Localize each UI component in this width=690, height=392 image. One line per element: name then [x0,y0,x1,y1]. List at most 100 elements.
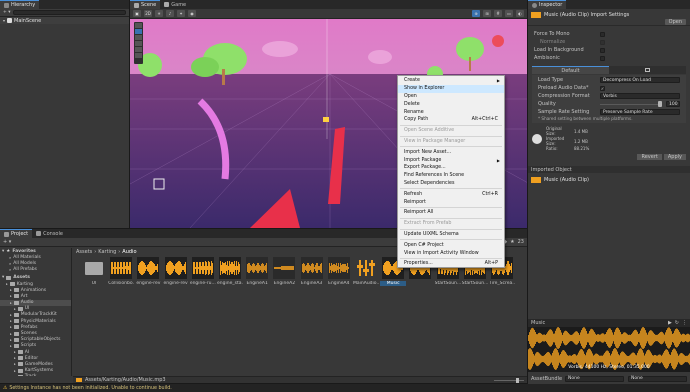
chevron-down-icon[interactable]: ▾ [3,18,5,23]
scale-tool-icon[interactable] [135,41,142,46]
menu-item[interactable]: Create ▶ [398,77,504,85]
rotate-tool-icon[interactable] [135,35,142,40]
breadcrumb-audio[interactable]: Audio [122,249,136,255]
star-icon[interactable]: ★ [510,239,514,245]
asset-item[interactable]: UI [81,257,107,286]
menu-item[interactable]: Show in Explorer [398,84,504,93]
asset-item[interactable]: engine-rev [163,257,189,286]
normalize-checkbox[interactable] [600,39,605,45]
chevron-right-icon[interactable]: ▸ [6,282,8,286]
asset-item[interactable]: EngineA1 [244,257,270,286]
camera-button[interactable]: ▭ [505,10,513,17]
menu-item[interactable]: Find References In Scene [398,172,504,180]
revert-button[interactable]: Revert [637,154,662,160]
open-button[interactable]: Open [664,19,686,25]
asset-item[interactable]: EngineA3 [299,257,325,286]
menu-item[interactable]: Rename [398,108,504,116]
chevron-right-icon[interactable]: ▸ [10,301,12,305]
chevron-down-icon[interactable]: ▾ [2,249,4,254]
assetbundle-variant-dropdown[interactable]: None [628,375,687,382]
menu-item[interactable]: Update UIXML Schema [398,231,504,239]
chevron-right-icon[interactable]: ▸ [14,369,16,373]
menu-item[interactable]: Reimport [398,198,504,206]
chevron-right-icon[interactable]: ▸ [10,313,12,317]
assetbundle-dropdown[interactable]: None [565,375,624,382]
load-bg-checkbox[interactable] [600,47,605,53]
breadcrumb-assets[interactable]: Assets [76,249,92,255]
asset-item[interactable]: engine-ru... [190,257,216,286]
chevron-down-icon[interactable]: ▾ [2,275,4,280]
menu-item[interactable]: Import Package ▶ [398,156,504,164]
more-options-icon[interactable]: ⋮ [682,320,687,326]
ambisonic-checkbox[interactable] [600,55,605,61]
hierarchy-scene-row[interactable]: ▾ MainScene [0,17,129,24]
chevron-right-icon[interactable]: ▸ [10,344,12,348]
gizmos-button[interactable]: ◐ [516,10,524,17]
chevron-right-icon[interactable]: ▸ [10,338,12,342]
menu-item[interactable]: View in Import Activity Window [398,249,504,257]
snap-button[interactable]: ⊞ [483,10,491,17]
asset-item[interactable]: engine_sta... [217,257,243,286]
tab-hierarchy[interactable]: Hierarchy [0,0,40,9]
grid-button[interactable]: # [494,10,502,17]
move-tool-icon[interactable] [135,29,142,34]
asset-item[interactable]: Collisionbo... [108,257,134,286]
menu-item[interactable]: Select Dependencies [398,180,504,188]
2d-toggle[interactable]: 2D [144,10,152,17]
hand-tool-icon[interactable] [135,23,142,28]
menu-item[interactable]: Reimport All [398,209,504,217]
tab-project[interactable]: Project [0,229,33,238]
menu-item[interactable]: Copy Path Alt+Ctrl+C [398,116,504,124]
lighting-toggle[interactable]: ☀ [155,10,163,17]
apply-button[interactable]: Apply [663,154,686,160]
chevron-right-icon[interactable]: ▸ [14,356,16,360]
compression-dropdown[interactable]: Vorbis [600,93,680,99]
hierarchy-search-input[interactable] [13,10,126,15]
tab-console[interactable]: Console [32,229,67,238]
quality-slider[interactable] [600,101,662,107]
sample-rate-dropdown[interactable]: Preserve Sample Rate [600,109,680,115]
chevron-right-icon[interactable]: ▸ [10,325,12,329]
chevron-right-icon[interactable]: ▸ [14,375,16,376]
menu-item[interactable]: Export Package... [398,164,504,172]
menu-item[interactable]: Properties... Alt+P [398,260,504,268]
chevron-right-icon[interactable]: ▸ [14,307,16,311]
load-type-dropdown[interactable]: Decompress On Load [600,77,680,83]
chevron-right-icon[interactable]: ▸ [10,288,12,292]
menu-item[interactable]: Import New Asset... [398,148,504,156]
asset-item[interactable]: MainAudio... [353,257,379,286]
rect-tool-icon[interactable] [135,47,142,52]
preload-checkbox[interactable]: ✓ [600,85,605,91]
audio-toggle[interactable]: ♪ [166,10,174,17]
quality-slider-thumb[interactable] [658,101,662,107]
thumbnail-size-slider[interactable] [494,377,524,383]
hidden-objects-button[interactable]: ◉ [188,10,196,17]
menu-item[interactable]: Refresh Ctrl+R [398,190,504,198]
create-button[interactable]: + ▾ [3,239,11,245]
menu-item[interactable]: Open C# Project [398,241,504,249]
menu-item[interactable]: Open [398,93,504,101]
chevron-right-icon[interactable]: ▸ [10,332,12,336]
effects-button[interactable]: ✦ [177,10,185,17]
slider-thumb[interactable] [516,377,519,383]
tab-inspector[interactable]: Inspector [528,0,567,9]
tab-standalone-platform[interactable] [609,66,686,74]
add-button[interactable]: + ▾ [3,10,10,15]
shading-mode-button[interactable]: ▣ [133,10,141,17]
menu-item[interactable]: Delete [398,100,504,108]
chevron-right-icon[interactable]: ▸ [10,319,12,323]
tab-game[interactable]: Game [160,0,190,9]
asset-item[interactable]: engine-rev [135,257,161,286]
gizmo-global-button[interactable]: ⊕ [472,10,480,17]
chevron-right-icon[interactable]: ▸ [14,362,16,366]
chevron-right-icon[interactable]: ▸ [14,350,16,354]
transform-tool-icon[interactable] [135,53,142,58]
loop-icon[interactable]: ↻ [675,320,679,326]
breadcrumb-karting[interactable]: Karting [98,249,116,255]
tab-scene[interactable]: Scene [130,0,161,9]
force-mono-checkbox[interactable] [600,31,605,37]
asset-item[interactable]: EngineA4 [326,257,352,286]
asset-item[interactable]: EngineA2 [271,257,297,286]
tab-default-platform[interactable]: Default [532,66,609,74]
quality-input[interactable]: 100 [666,101,680,107]
